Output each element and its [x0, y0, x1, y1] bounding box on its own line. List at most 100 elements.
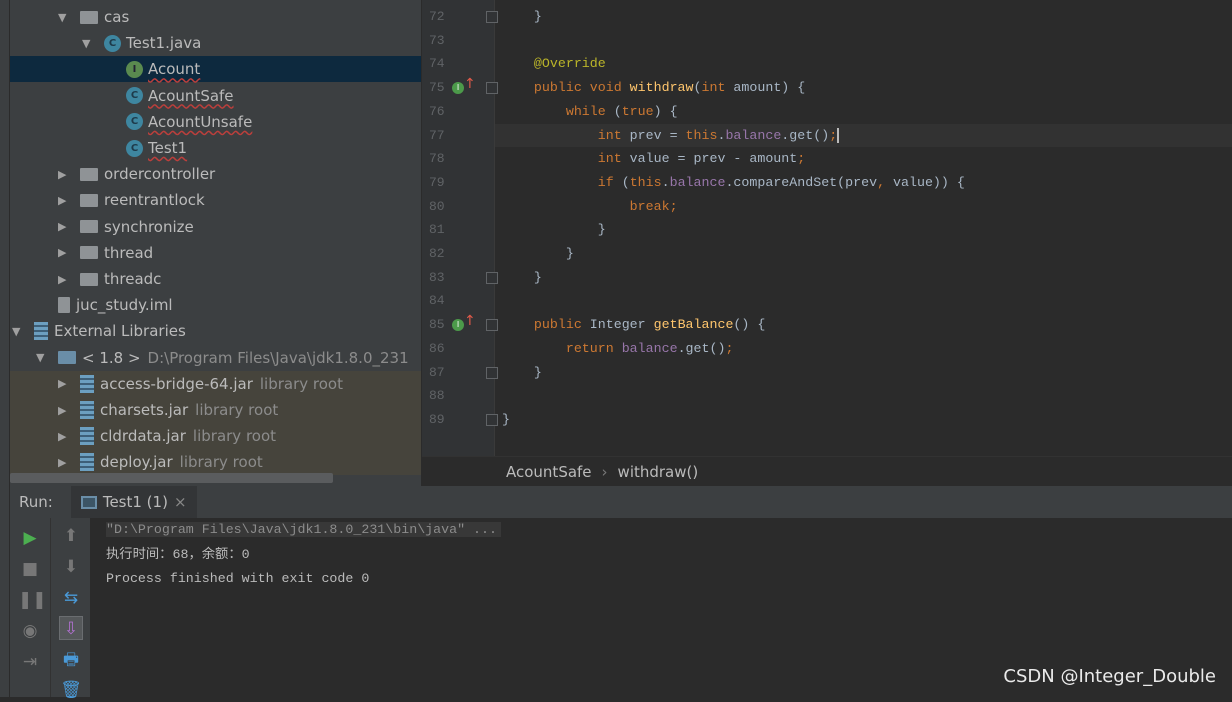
line-number: 81: [429, 222, 445, 238]
code-line: public void withdraw(int amount) {: [502, 76, 805, 100]
code-token: int: [502, 151, 630, 167]
tree-item[interactable]: ▶ charsets.jar library root: [10, 397, 421, 423]
tree-item-label: synchronize: [104, 217, 194, 236]
tree-item[interactable]: ▼ cas: [10, 4, 421, 30]
collapsed-arrow-icon[interactable]: ▶: [58, 404, 70, 417]
breadcrumb-method[interactable]: withdraw(): [618, 463, 699, 481]
fold-icon[interactable]: [486, 366, 498, 379]
horizontal-scrollbar[interactable]: [10, 473, 333, 483]
breadcrumb-class[interactable]: AcountSafe: [506, 463, 592, 481]
tree-item-label: Test1.java: [126, 34, 202, 53]
line-number: 77: [429, 127, 445, 143]
collapsed-arrow-icon[interactable]: ▶: [58, 377, 70, 390]
code-token: return: [502, 340, 622, 356]
code-token: }: [502, 411, 510, 427]
code-editor[interactable]: 72 }7374 @Override75I public void withdr…: [422, 0, 1232, 456]
jar-icon: [80, 453, 94, 472]
code-token: int: [701, 80, 734, 96]
run-tab[interactable]: Test1 (1) ×: [70, 486, 197, 518]
expanded-arrow-icon[interactable]: ▼: [82, 37, 94, 50]
collapsed-arrow-icon[interactable]: ▶: [58, 246, 70, 259]
fold-icon[interactable]: [486, 319, 498, 332]
line-number: 88: [429, 388, 445, 404]
collapsed-arrow-icon[interactable]: ▶: [58, 194, 70, 207]
tree-item[interactable]: ▶ reentrantlock: [10, 187, 421, 213]
tree-item[interactable]: ▶ deploy.jar library root: [10, 449, 421, 476]
tree-item-label: < 1.8 >: [82, 348, 141, 367]
print-icon[interactable]: 🖶: [59, 648, 83, 672]
code-token: }: [502, 364, 542, 380]
scroll-to-end-icon[interactable]: ⇩: [59, 616, 83, 640]
code-token: (: [613, 103, 622, 119]
code-line: }: [502, 361, 542, 385]
tree-item[interactable]: ▼ External Libraries: [10, 318, 421, 344]
expanded-arrow-icon[interactable]: ▼: [12, 325, 24, 338]
class-icon: C: [126, 113, 143, 131]
collapsed-arrow-icon[interactable]: ▶: [58, 456, 70, 469]
collapsed-arrow-icon[interactable]: ▶: [58, 430, 70, 443]
tree-item[interactable]: ▶ ordercontroller: [10, 161, 421, 187]
breadcrumb-separator: ›: [601, 462, 608, 481]
folder-icon: [80, 167, 98, 181]
tree-item[interactable]: ▶ threadc: [10, 266, 421, 292]
tree-item-label: AcountSafe: [148, 86, 234, 105]
tree-item[interactable]: I Acount: [10, 56, 421, 83]
tree-item[interactable]: C AcountUnsafe: [10, 109, 421, 135]
pause-icon[interactable]: ❚❚: [18, 588, 47, 612]
line-number: 83: [429, 269, 445, 285]
project-tree[interactable]: ▶ deploy.jar library root ▶ cldrdata.jar libr…: [10, 0, 421, 486]
fold-icon[interactable]: [486, 82, 498, 95]
tree-item[interactable]: ▼ < 1.8 > D:\Program Files\Java\jdk1.8.0_2…: [10, 345, 421, 371]
expanded-arrow-icon[interactable]: ▼: [58, 11, 70, 24]
tree-item[interactable]: C Test1: [10, 135, 421, 161]
exit-icon[interactable]: ⇥: [18, 650, 42, 674]
watermark: CSDN @Integer_Double: [1003, 666, 1216, 687]
console-line: Process finished with exit code 0: [106, 571, 370, 586]
implements-method-icon[interactable]: I: [452, 315, 476, 332]
expanded-arrow-icon[interactable]: ▼: [36, 351, 48, 364]
close-icon[interactable]: ×: [174, 493, 187, 511]
code-token: }: [502, 246, 574, 261]
fold-icon[interactable]: [486, 11, 498, 23]
arrow-down-icon[interactable]: ⬇: [59, 555, 83, 579]
tree-item-label: access-bridge-64.jar: [100, 374, 253, 393]
code-token: @Override: [502, 56, 606, 72]
jar-icon: [80, 427, 94, 446]
tree-item-hint: library root: [195, 401, 279, 419]
camera-icon[interactable]: ◉: [18, 619, 42, 643]
code-token: value)) {: [893, 174, 965, 190]
code-token: }: [502, 9, 542, 24]
tree-item[interactable]: ▶ thread: [10, 240, 421, 266]
code-token: true: [621, 103, 654, 119]
fold-icon[interactable]: [486, 413, 498, 426]
code-token: balance: [725, 127, 782, 143]
console-output[interactable]: "D:\Program Files\Java\jdk1.8.0_231\bin\…: [106, 518, 501, 592]
code-token: value = prev - amount: [629, 151, 798, 167]
collapsed-arrow-icon[interactable]: ▶: [58, 220, 70, 233]
line-number: 78: [429, 151, 445, 167]
code-line: @Override: [502, 52, 606, 76]
tree-item-label: ordercontroller: [104, 165, 216, 184]
arrow-up-icon[interactable]: ⬆: [59, 524, 83, 548]
code-token: prev =: [629, 127, 686, 143]
soft-wrap-icon[interactable]: ⇆: [59, 586, 83, 610]
tree-item[interactable]: ▶ cldrdata.jar library root: [10, 423, 421, 450]
jar-icon: [80, 401, 94, 419]
folder-icon: [80, 246, 98, 260]
tree-item[interactable]: juc_study.iml: [10, 292, 421, 318]
collapsed-arrow-icon[interactable]: ▶: [58, 168, 70, 181]
trash-icon[interactable]: 🗑: [59, 678, 83, 702]
implements-method-icon[interactable]: I: [452, 78, 476, 95]
tree-item[interactable]: ▼ C Test1.java: [10, 30, 421, 56]
stop-icon[interactable]: ■: [18, 557, 42, 581]
folder-icon: [80, 10, 98, 24]
folder-icon: [80, 272, 98, 286]
rerun-icon[interactable]: ▶: [18, 526, 42, 550]
left-tool-stripe[interactable]: [0, 0, 10, 697]
tree-item[interactable]: ▶ access-bridge-64.jar library root: [10, 370, 421, 397]
tree-item[interactable]: C AcountSafe: [10, 83, 421, 109]
class-icon: C: [126, 87, 143, 105]
fold-icon[interactable]: [486, 271, 498, 284]
collapsed-arrow-icon[interactable]: ▶: [58, 273, 70, 286]
tree-item[interactable]: ▶ synchronize: [10, 214, 421, 240]
